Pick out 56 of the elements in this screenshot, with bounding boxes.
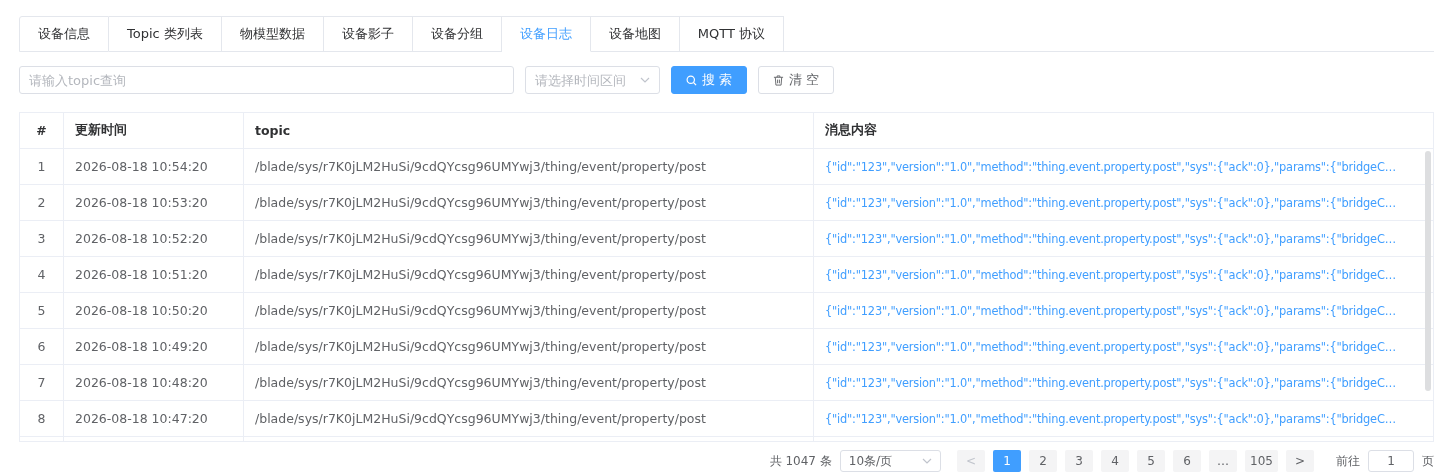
search-icon xyxy=(686,74,697,86)
page-button[interactable]: … xyxy=(1209,450,1238,472)
page-button[interactable]: 6 xyxy=(1173,450,1202,472)
table-cell: 2026-08-18 10:54:20 xyxy=(64,149,244,184)
chevron-down-icon xyxy=(922,458,933,464)
page-button[interactable]: 3 xyxy=(1065,450,1094,472)
tab[interactable]: 设备分组 xyxy=(412,16,502,52)
column-header: topic xyxy=(244,113,814,148)
page-button[interactable]: 4 xyxy=(1101,450,1130,472)
table-cell: /blade/sys/r7K0jLM2HuSi/9cdQYcsg96UMYwj3/thing/event/property/post xyxy=(244,149,814,184)
column-header: 更新时间 xyxy=(64,113,244,148)
tab[interactable]: 设备影子 xyxy=(323,16,413,52)
table-cell: 2026-08-18 10:49:20 xyxy=(64,329,244,364)
table-cell: 2 xyxy=(20,185,64,220)
table-cell: /blade/sys/r7K0jLM2HuSi/9cdQYcsg96UMYwj3/thing/event/property/post xyxy=(244,293,814,328)
tab[interactable]: Topic 类列表 xyxy=(109,16,222,52)
page-button[interactable]: 5 xyxy=(1137,450,1166,472)
table-cell: 8 xyxy=(20,401,64,436)
table-cell: 2026-08-18 10:48:20 xyxy=(64,365,244,400)
time-range-select[interactable]: 请选择时间区间 xyxy=(525,66,660,94)
table-cell: /blade/sys/r7K0jLM2HuSi/9cdQYcsg96UMYwj3/thing/event/property/post xyxy=(244,185,814,220)
scrollbar[interactable] xyxy=(1425,151,1431,391)
page-button[interactable]: 2 xyxy=(1029,450,1058,472)
table-cell: 5 xyxy=(20,293,64,328)
tab[interactable]: 物模型数据 xyxy=(221,16,324,52)
table-cell: /blade/sys/r7K0jLM2HuSi/9cdQYcsg96UMYwj3/thing/event/property/post xyxy=(244,329,814,364)
next-page-button[interactable]: > xyxy=(1286,450,1314,472)
column-header: 消息内容 xyxy=(824,121,878,139)
table-cell: 1 xyxy=(20,149,64,184)
table-cell: /blade/sys/r7K0jLM2HuSi/9cdQYcsg96UMYwj3/thing/event/property/post xyxy=(244,401,814,436)
table-cell: 2026-08-18 10:52:20 xyxy=(64,221,244,256)
total-count: 共 1047 条 xyxy=(769,452,832,470)
page-size-select[interactable]: 10条/页 xyxy=(839,450,942,472)
page-number-field[interactable]: 1 xyxy=(1368,450,1414,472)
column-header: # xyxy=(20,113,64,148)
table-cell: 7 xyxy=(20,365,64,400)
table-cell: /blade/sys/r7K0jLM2HuSi/9cdQYcsg96UMYwj3/thing/event/property/post xyxy=(244,221,814,256)
trash-icon xyxy=(773,74,785,86)
tab[interactable]: 设备地图 xyxy=(590,16,680,52)
table-cell: 2026-08-18 10:53:20 xyxy=(64,185,244,220)
table-cell: 4 xyxy=(20,257,64,292)
topic-search-field[interactable]: 请输入topic查询 xyxy=(19,66,514,94)
clear-button[interactable]: 清 空 xyxy=(758,66,835,94)
tab[interactable]: MQTT 协议 xyxy=(679,16,785,52)
tab[interactable]: 设备信息 xyxy=(19,16,109,52)
page-suffix: 页 xyxy=(1422,452,1434,470)
goto-label: 前往 xyxy=(1336,452,1360,470)
chevron-down-icon xyxy=(640,77,650,83)
table-cell: 2026-08-18 10:47:20 xyxy=(64,401,244,436)
table-cell: 6 xyxy=(20,329,64,364)
table-cell: 2026-08-18 10:50:20 xyxy=(64,293,244,328)
table-cell: 3 xyxy=(20,221,64,256)
page-button[interactable]: 105 xyxy=(1245,450,1278,472)
table-cell: /blade/sys/r7K0jLM2HuSi/9cdQYcsg96UMYwj3/thing/event/property/post xyxy=(244,365,814,400)
table-cell: 2026-08-18 10:51:20 xyxy=(64,257,244,292)
table-cell: /blade/sys/r7K0jLM2HuSi/9cdQYcsg96UMYwj3/thing/event/property/post xyxy=(244,257,814,292)
